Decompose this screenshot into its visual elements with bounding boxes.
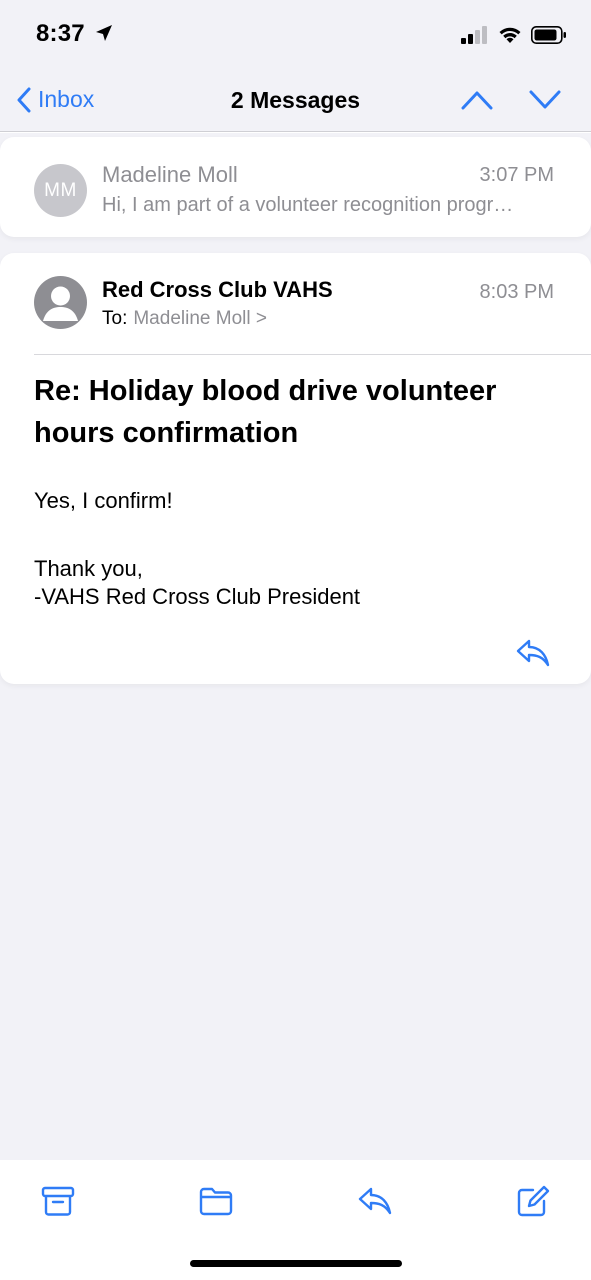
message-preview: Hi, I am part of a volunteer recognition… [102, 194, 514, 216]
to-label: To: [102, 308, 128, 329]
avatar: MM [34, 164, 87, 217]
thread-content: MM Madeline Moll 3:07 PM Hi, I am part o… [0, 133, 591, 1160]
reply-icon[interactable] [357, 1184, 393, 1218]
recipient-name[interactable]: Madeline Moll > [133, 308, 267, 330]
expanded-message: Red Cross Club VAHS 8:03 PM To: Madeline… [0, 253, 591, 684]
folder-icon[interactable] [198, 1184, 234, 1218]
collapsed-message[interactable]: MM Madeline Moll 3:07 PM Hi, I am part o… [0, 137, 591, 237]
chevron-down-icon[interactable] [529, 90, 561, 110]
cellular-signal-icon [461, 26, 487, 44]
reply-icon[interactable] [515, 638, 551, 668]
wifi-icon [499, 27, 521, 43]
status-bar: 8:37 [0, 0, 591, 68]
status-time: 8:37 [36, 20, 114, 48]
sender-name[interactable]: Red Cross Club VAHS [102, 277, 333, 303]
archive-icon[interactable] [40, 1184, 76, 1218]
clock: 8:37 [36, 20, 85, 47]
message-time: 8:03 PM [479, 281, 554, 303]
status-icons [461, 24, 567, 46]
compose-icon[interactable] [515, 1184, 551, 1218]
battery-icon [531, 26, 566, 44]
message-subject: Re: Holiday blood drive volunteer hours … [34, 375, 497, 449]
message-navigation [461, 90, 561, 110]
chevron-up-icon[interactable] [461, 90, 493, 110]
avatar [34, 276, 87, 329]
avatar-initials: MM [44, 179, 77, 201]
nav-bar: Inbox 2 Messages [0, 68, 591, 132]
person-icon [43, 286, 78, 321]
body-line: Yes, I confirm! [34, 488, 173, 513]
sender-name: Madeline Moll [102, 162, 238, 187]
home-indicator[interactable] [190, 1260, 402, 1267]
divider [34, 354, 591, 355]
body-line: Thank you, [34, 556, 143, 581]
message-time: 3:07 PM [479, 164, 554, 186]
location-arrow-icon [95, 25, 112, 41]
body-line: -VAHS Red Cross Club President [34, 584, 361, 609]
message-body: Yes, I confirm! Thank you, -VAHS Red Cro… [34, 487, 554, 611]
recipients-line[interactable]: To: Madeline Moll > [102, 308, 267, 330]
